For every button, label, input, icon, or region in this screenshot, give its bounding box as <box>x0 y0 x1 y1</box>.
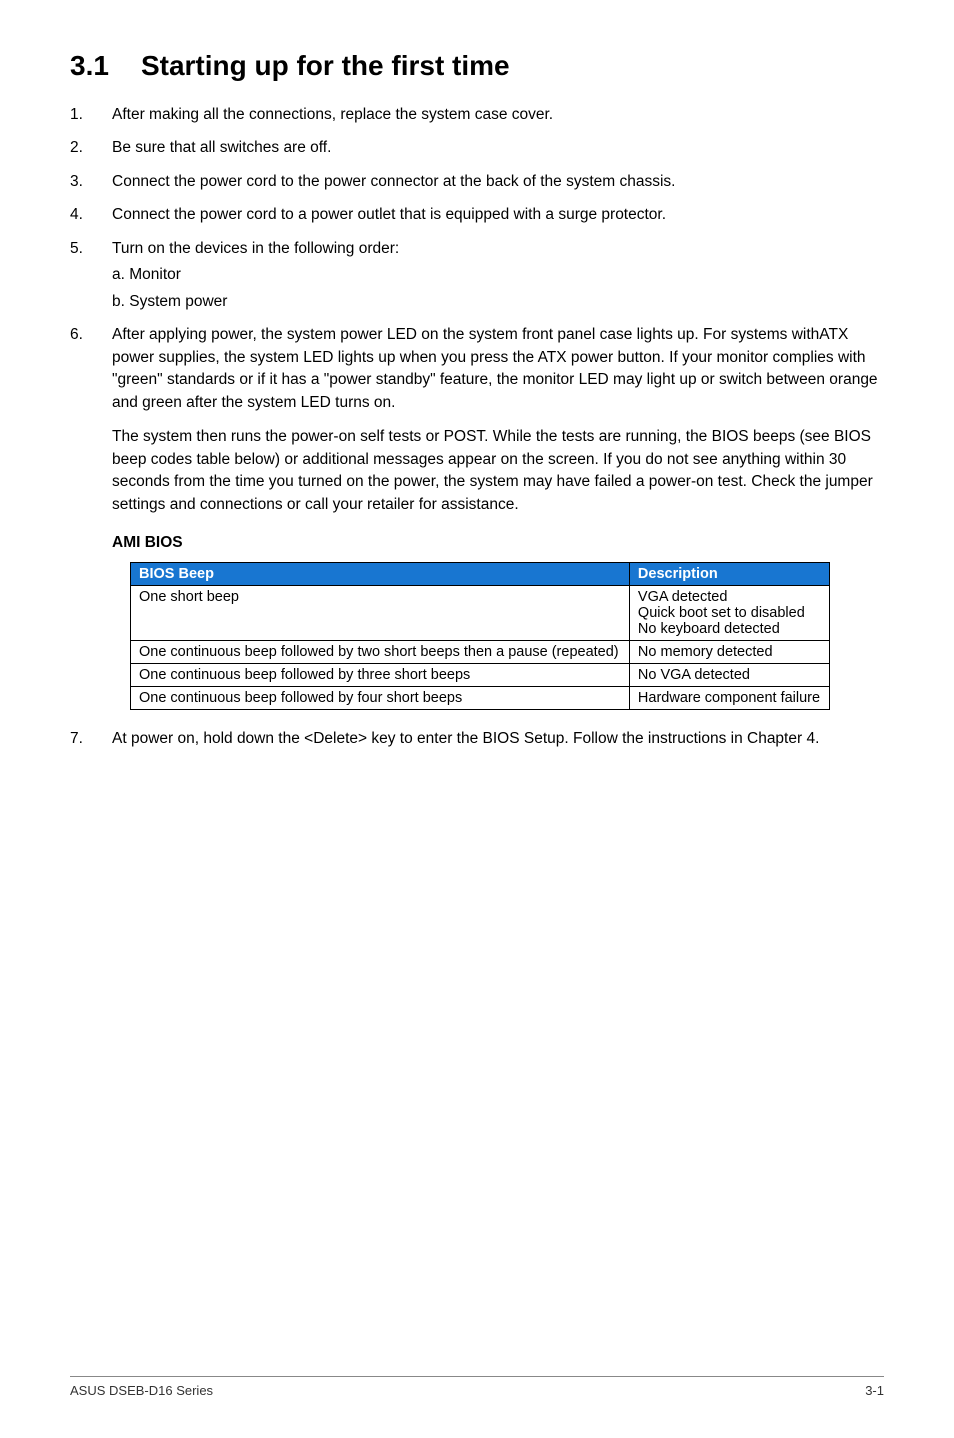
ordered-steps: After making all the connections, replac… <box>70 104 884 516</box>
table-row: One continuous beep followed by three sh… <box>131 664 830 687</box>
step-2: Be sure that all switches are off. <box>70 137 884 159</box>
cell-beep: One short beep <box>131 586 630 641</box>
step-6-extra: The system then runs the power-on self t… <box>112 426 884 516</box>
step-text: After applying power, the system power L… <box>112 326 878 410</box>
step-5-sub-a: a. Monitor <box>112 264 884 286</box>
step-text: Be sure that all switches are off. <box>112 139 331 156</box>
step-1: After making all the connections, replac… <box>70 104 884 126</box>
table-header-row: BIOS Beep Description <box>131 563 830 586</box>
step-text: Turn on the devices in the following ord… <box>112 240 399 257</box>
page-heading: 3.1 Starting up for the first time <box>70 50 884 82</box>
cell-desc: No VGA detected <box>629 664 829 687</box>
table-header-beep: BIOS Beep <box>131 563 630 586</box>
section-number: 3.1 <box>70 50 109 82</box>
table-row: One continuous beep followed by two shor… <box>131 641 830 664</box>
cell-beep: One continuous beep followed by four sho… <box>131 687 630 710</box>
step-text: Connect the power cord to the power conn… <box>112 173 675 190</box>
step-5: Turn on the devices in the following ord… <box>70 238 884 313</box>
footer-right: 3-1 <box>865 1383 884 1398</box>
ami-bios-title: AMI BIOS <box>112 534 884 552</box>
step-5-sub-b: b. System power <box>112 291 884 313</box>
table-row: One short beep VGA detectedQuick boot se… <box>131 586 830 641</box>
step-text: After making all the connections, replac… <box>112 106 553 123</box>
cell-beep: One continuous beep followed by two shor… <box>131 641 630 664</box>
table-row: One continuous beep followed by four sho… <box>131 687 830 710</box>
step-text: Connect the power cord to a power outlet… <box>112 206 666 223</box>
ordered-steps-cont: At power on, hold down the <Delete> key … <box>70 728 884 750</box>
bios-beep-table: BIOS Beep Description One short beep VGA… <box>130 562 830 710</box>
section-title: Starting up for the first time <box>141 50 510 81</box>
footer-left: ASUS DSEB-D16 Series <box>70 1383 213 1398</box>
page-footer: ASUS DSEB-D16 Series 3-1 <box>70 1376 884 1398</box>
cell-beep: One continuous beep followed by three sh… <box>131 664 630 687</box>
cell-desc: VGA detectedQuick boot set to disabledNo… <box>629 586 829 641</box>
step-7: At power on, hold down the <Delete> key … <box>70 728 884 750</box>
cell-desc: No memory detected <box>629 641 829 664</box>
step-3: Connect the power cord to the power conn… <box>70 171 884 193</box>
step-4: Connect the power cord to a power outlet… <box>70 204 884 226</box>
step-text: At power on, hold down the <Delete> key … <box>112 730 819 747</box>
cell-desc: Hardware component failure <box>629 687 829 710</box>
step-6: After applying power, the system power L… <box>70 324 884 516</box>
table-header-desc: Description <box>629 563 829 586</box>
